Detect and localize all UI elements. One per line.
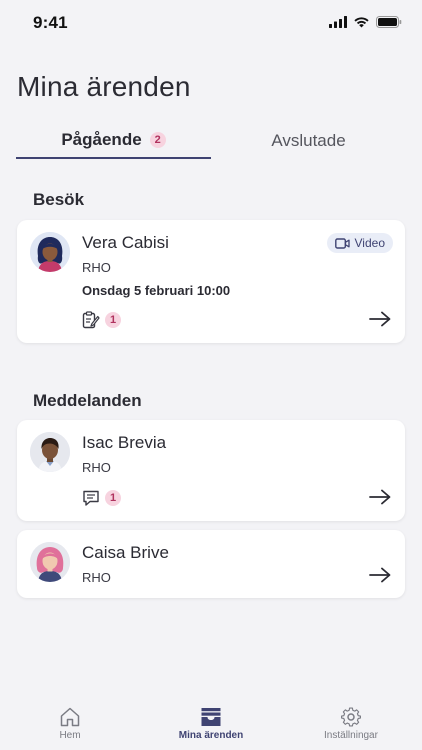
avatar [30,232,70,272]
nav-label: Mina ärenden [178,730,244,741]
avatar [30,432,70,472]
message-card[interactable]: Isac Brevia RHO 1 [17,420,405,521]
inbox-icon [201,708,221,726]
gear-icon [341,707,361,727]
avatar-illustration [30,432,70,472]
tab-label: Avslutade [271,130,346,150]
battery-icon [376,16,402,28]
contact-unit: RHO [82,260,111,275]
arrow-right-icon[interactable] [369,311,391,327]
nav-item-mina-arenden[interactable]: Mina ärenden [141,706,281,741]
page-title: Mina ärenden [17,71,191,102]
nav-item-installningar[interactable]: Inställningar [281,706,421,741]
bottom-navigation: Hem Mina ärenden Inställningar [0,700,422,750]
wifi-icon [354,17,369,28]
contact-name: Isac Brevia [82,433,167,452]
nav-label: Hem [59,730,81,741]
video-label: Video [354,236,385,250]
visit-card[interactable]: Vera Cabisi Video RHO Onsdag 5 februari … [17,220,405,343]
tab-label: Pågående [61,129,142,149]
contact-unit: RHO [82,460,111,475]
form-count-badge: 1 [105,312,121,328]
section-heading-messages: Meddelanden [33,391,142,410]
tab-pagaende[interactable]: Pågående 2 [16,122,211,159]
video-type-chip: Video [326,233,393,253]
cellular-signal-icon [329,16,347,28]
form-indicator: 1 [82,311,121,329]
section-heading-visits: Besök [33,190,85,209]
status-time: 9:41 [33,13,68,32]
unread-count-badge: 1 [105,490,121,506]
unread-messages-indicator: 1 [82,489,121,507]
nav-label: Inställningar [324,730,378,741]
arrow-right-icon[interactable] [369,489,391,505]
nav-item-home[interactable]: Hem [0,706,140,741]
form-icon [82,311,100,329]
video-camera-icon [334,237,350,249]
contact-name: Vera Cabisi [82,233,169,252]
status-icons [329,16,402,28]
status-bar: 9:41 [0,0,422,46]
avatar [30,542,70,582]
home-icon [60,707,80,727]
appointment-datetime: Onsdag 5 februari 10:00 [82,283,231,298]
chat-bubble-icon [83,490,99,506]
contact-unit: RHO [82,570,111,585]
tab-bar: Pågående 2 Avslutade [16,122,406,162]
avatar-illustration [30,542,70,582]
message-card[interactable]: Caisa Brive RHO [17,530,405,598]
avatar-illustration [30,232,70,272]
tab-count-badge: 2 [149,131,166,148]
arrow-right-icon[interactable] [369,567,391,583]
tab-avslutade[interactable]: Avslutade [211,122,406,159]
contact-name: Caisa Brive [82,543,169,562]
